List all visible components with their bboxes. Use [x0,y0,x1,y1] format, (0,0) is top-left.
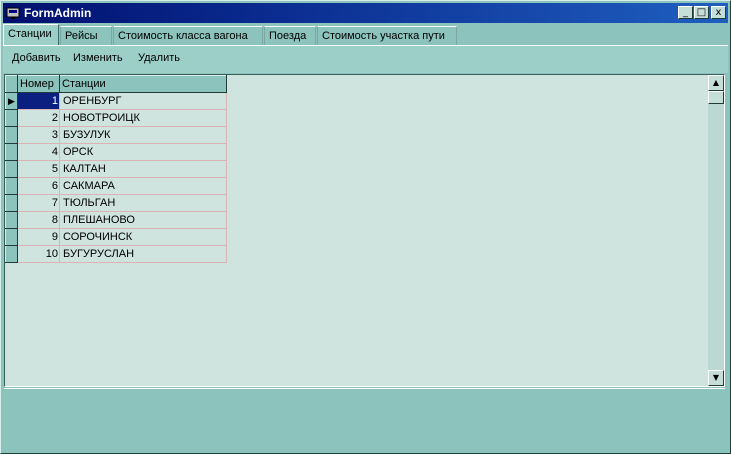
cell-number[interactable]: 1 [17,92,60,110]
tab-routes[interactable]: Рейсы [60,26,112,45]
row-indicator[interactable] [5,245,18,263]
row-indicator[interactable] [5,126,18,144]
tab-strip: Станции Рейсы Стоимость класса вагона По… [3,24,728,45]
cell-station[interactable]: НОВОТРОИЦК [59,109,227,127]
table-header-row: Номер Станции [5,75,227,93]
footer-panel [4,388,725,448]
cell-station[interactable]: ТЮЛЬГАН [59,194,227,212]
table-row[interactable]: 6 САКМАРА [5,177,227,195]
minimize-button[interactable]: _ [678,6,693,19]
app-icon [6,7,20,19]
cell-station[interactable]: СОРОЧИНСК [59,228,227,246]
edit-button[interactable]: Изменить [73,52,123,64]
cell-number[interactable]: 5 [17,160,60,178]
row-indicator[interactable] [5,228,18,246]
tab-section-cost[interactable]: Стоимость участка пути [317,26,457,45]
table-row[interactable]: ▶ 1 ОРЕНБУРГ [5,92,227,110]
table-row[interactable]: 7 ТЮЛЬГАН [5,194,227,212]
tab-car-class-cost[interactable]: Стоимость класса вагона [113,26,263,45]
cell-number[interactable]: 4 [17,143,60,161]
scroll-down-icon[interactable]: ▼ [708,370,724,386]
column-header-stations[interactable]: Станции [59,75,227,93]
cell-station[interactable]: САКМАРА [59,177,227,195]
delete-button[interactable]: Удалить [138,52,180,64]
cell-station[interactable]: ОРСК [59,143,227,161]
cell-number[interactable]: 7 [17,194,60,212]
vertical-scrollbar[interactable]: ▲ ▼ [708,75,724,386]
cell-station[interactable]: ПЛЕШАНОВО [59,211,227,229]
cell-station[interactable]: ОРЕНБУРГ [59,92,227,110]
cell-number[interactable]: 10 [17,245,60,263]
cell-number[interactable]: 9 [17,228,60,246]
cell-station[interactable]: КАЛТАН [59,160,227,178]
tab-stations[interactable]: Станции [3,24,59,45]
current-row-arrow-icon[interactable]: ▶ [5,92,18,110]
window-title: FormAdmin [24,6,92,20]
row-indicator[interactable] [5,211,18,229]
table-row[interactable]: 5 КАЛТАН [5,160,227,178]
row-indicator[interactable] [5,109,18,127]
tab-trains[interactable]: Поезда [264,26,316,45]
cell-number[interactable]: 2 [17,109,60,127]
cell-number[interactable]: 6 [17,177,60,195]
row-indicator[interactable] [5,177,18,195]
scroll-thumb[interactable] [708,91,724,104]
table-row[interactable]: 9 СОРОЧИНСК [5,228,227,246]
form-admin-window: FormAdmin _ □ x Станции Рейсы Стоимость … [0,0,731,454]
column-header-number[interactable]: Номер [17,75,60,93]
table-row[interactable]: 3 БУЗУЛУК [5,126,227,144]
table-row[interactable]: 4 ОРСК [5,143,227,161]
row-indicator[interactable] [5,143,18,161]
maximize-button[interactable]: □ [694,6,709,19]
table-row[interactable]: 10 БУГУРУСЛАН [5,245,227,263]
stations-table: Номер Станции ▶ 1 ОРЕНБУРГ 2 НОВОТРОИЦК 3 БУЗУ… [5,75,227,263]
stations-grid[interactable]: Номер Станции ▶ 1 ОРЕНБУРГ 2 НОВОТРОИЦК 3 БУЗУ… [4,74,725,387]
cell-number[interactable]: 3 [17,126,60,144]
cell-number[interactable]: 8 [17,211,60,229]
close-button[interactable]: x [711,6,726,19]
cell-station[interactable]: БУЗУЛУК [59,126,227,144]
scroll-up-icon[interactable]: ▲ [708,75,724,91]
cell-station[interactable]: БУГУРУСЛАН [59,245,227,263]
row-indicator[interactable] [5,160,18,178]
add-button[interactable]: Добавить [12,52,61,64]
toolbar: Добавить Изменить Удалить [3,45,728,73]
header-indicator-cell [5,75,18,93]
row-indicator[interactable] [5,194,18,212]
title-bar[interactable]: FormAdmin _ □ x [3,3,728,23]
table-row[interactable]: 2 НОВОТРОИЦК [5,109,227,127]
table-row[interactable]: 8 ПЛЕШАНОВО [5,211,227,229]
